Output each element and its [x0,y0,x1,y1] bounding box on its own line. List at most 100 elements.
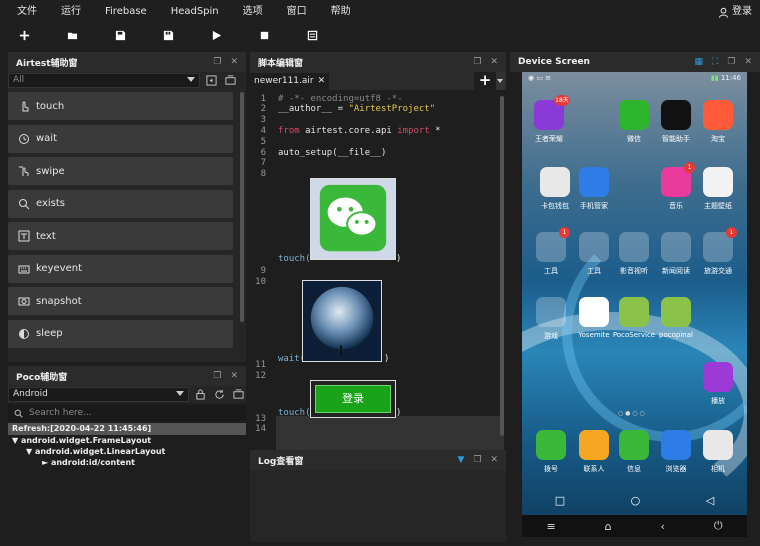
code-line: auto_setup(__file__) [278,148,387,158]
login-button[interactable]: 登录 [718,0,752,24]
code-line: touch( [278,408,311,418]
close-icon[interactable]: ✕ [490,455,498,465]
refresh-icon[interactable] [211,387,227,402]
phone-icon[interactable] [536,430,566,460]
float-icon[interactable]: ❐ [473,455,481,465]
menu-firebase[interactable]: Firebase [93,0,159,24]
folder-icon[interactable] [579,232,609,262]
app-icon[interactable] [579,297,609,327]
menu-icon[interactable]: ≡ [546,520,555,533]
code-area[interactable]: 1 2 3 4 5 6 7 8 9 10 11 12 13 14 # -*- e… [250,90,504,472]
plus-icon [19,30,29,40]
earth-icon [303,281,381,361]
folder-icon[interactable] [661,232,691,262]
back-icon[interactable]: ‹ [661,520,665,533]
chevron-down-icon[interactable] [496,72,505,90]
open-button[interactable] [48,24,96,46]
login-button-image[interactable]: 登录 [310,380,396,418]
grid-icon[interactable]: ▦ [695,57,704,67]
filter-icon[interactable]: ▼ [457,455,464,465]
float-icon[interactable]: ❐ [727,57,735,67]
recent-apps-icon[interactable]: □ [555,494,565,507]
connect-icon[interactable]: ⛶ [712,57,718,67]
api-wait-button[interactable]: wait [8,124,233,153]
record-icon[interactable] [203,73,219,88]
float-icon[interactable]: ❐ [213,57,221,67]
inspect-icon[interactable] [230,387,246,402]
android-icon[interactable] [661,297,691,327]
toolbar [0,24,760,46]
api-sleep-button[interactable]: sleep [8,319,233,348]
tree-node[interactable]: ▼ android.widget.FrameLayout [8,435,246,446]
app-icon[interactable] [661,100,691,130]
menu-file[interactable]: 文件 [0,0,49,24]
close-icon[interactable]: ✕ [318,73,326,90]
play-app-icon[interactable] [703,362,733,392]
close-icon[interactable]: ✕ [230,57,238,67]
keyboard-icon [18,265,30,273]
api-exists-button[interactable]: exists [8,189,233,218]
contacts-icon[interactable] [579,430,609,460]
poco-platform-select[interactable]: Android [8,387,190,402]
tab-newer111[interactable]: newer111.air ✕ [250,73,330,90]
app-icon[interactable] [579,167,609,197]
airtest-scrollbar[interactable] [240,92,244,322]
browser-icon[interactable] [661,430,691,460]
phone-screen[interactable]: ◉ ▭ ≡ ▮▮ 11:46 18天 王者荣耀 微信 智能助手 淘宝 卡包钱包 … [522,72,747,537]
back-icon[interactable]: ◁ [706,494,714,507]
tree-node[interactable]: ▼ android.widget.LinearLayout [8,446,246,457]
lock-icon[interactable] [192,387,208,402]
device-panel-title: Device Screen [518,57,590,67]
close-icon[interactable]: ✕ [230,371,238,381]
app-icon[interactable] [703,167,733,197]
menu-headspin[interactable]: HeadSpin [159,0,231,24]
api-text-button[interactable]: text [8,222,233,250]
android-nav-keys: □ ○ ◁ [522,488,747,512]
settings-icon[interactable] [222,73,238,88]
api-filter-select[interactable]: All [8,73,200,88]
menu-window[interactable]: 窗口 [275,0,319,24]
camera-icon[interactable] [703,430,733,460]
folder-icon[interactable] [619,232,649,262]
float-icon[interactable]: ❐ [213,371,221,381]
new-button[interactable] [0,24,48,46]
tree-node[interactable]: ► android:id/content [8,457,246,468]
refresh-timestamp: Refresh:[2020-04-22 11:45:46] [8,423,246,435]
close-icon[interactable]: ✕ [744,57,752,67]
search-icon [19,198,30,209]
android-icon[interactable] [619,297,649,327]
menu-options[interactable]: 选项 [231,0,275,24]
message-icon[interactable] [619,430,649,460]
api-touch-button[interactable]: touch [8,92,233,120]
save-as-button[interactable] [144,24,192,46]
bottom-navbar: ≡ ⌂ ‹ ⏻ [522,515,747,537]
wechat-icon-image[interactable] [310,178,396,260]
login-label: 登录 [732,6,752,17]
api-swipe-button[interactable]: swipe [8,157,233,185]
api-keyevent-button[interactable]: keyevent [8,254,233,283]
stop-button[interactable] [240,24,288,46]
api-snapshot-button[interactable]: snapshot [8,287,233,315]
earth-image[interactable] [302,280,382,362]
poco-search-input[interactable]: Search here... [8,405,246,421]
save-button[interactable] [96,24,144,46]
float-icon[interactable]: ❐ [473,57,481,67]
home-icon[interactable]: ⌂ [605,520,612,533]
close-icon[interactable]: ✕ [490,57,498,67]
new-tab-button[interactable]: + [474,72,496,90]
power-icon[interactable]: ⏻ [714,519,723,533]
app-icon[interactable] [703,100,733,130]
moon-icon [19,328,29,339]
run-button[interactable] [192,24,240,46]
app-icon[interactable] [619,100,649,130]
menu-run[interactable]: 运行 [49,0,93,24]
report-button[interactable] [288,24,336,46]
menu-help[interactable]: 帮助 [319,0,363,24]
camera-icon [18,297,30,306]
folder-icon[interactable] [536,297,566,327]
editor-scrollbar[interactable] [500,96,504,436]
code-line: from airtest.core.api import * [278,126,441,136]
home-icon[interactable]: ○ [631,494,641,507]
user-icon [718,7,729,18]
app-icon[interactable] [540,167,570,197]
